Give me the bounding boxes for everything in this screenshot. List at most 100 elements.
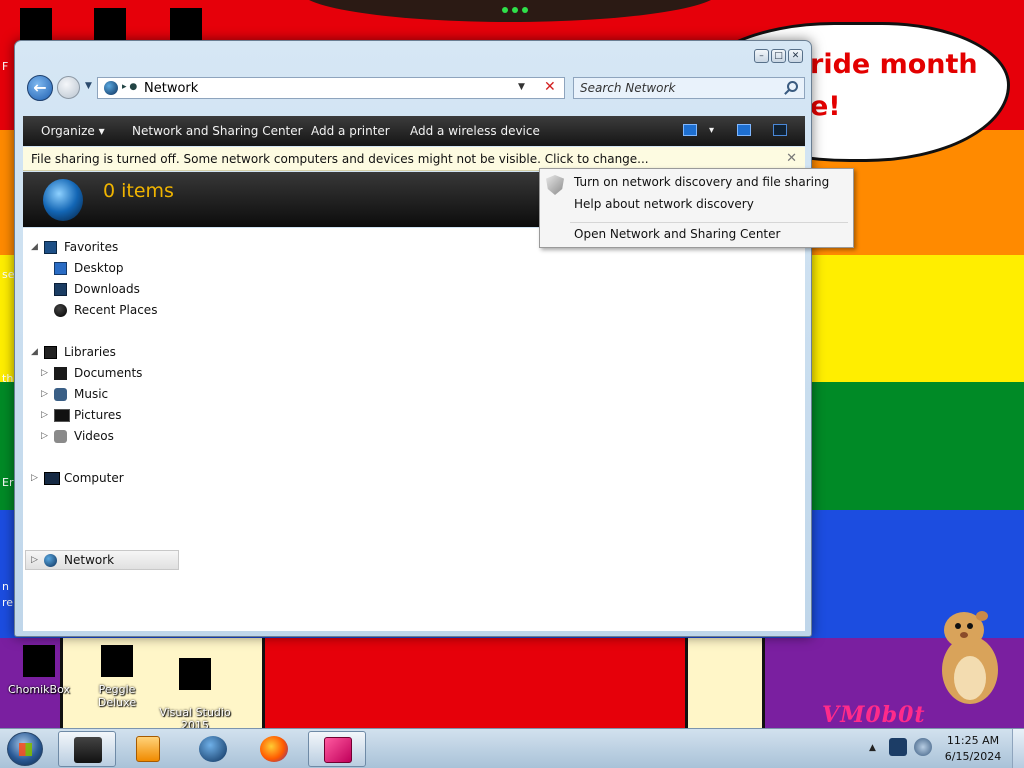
desktop-icon-label: Visual Studio 2015 (159, 706, 231, 728)
firefox-icon (260, 736, 288, 762)
system-clock[interactable]: 11:25 AM 6/15/2024 (938, 733, 1008, 765)
desktop-icon-label: Peggle Deluxe (97, 683, 137, 709)
organize-button[interactable]: Organize ▾ (41, 116, 105, 146)
videos-icon (54, 430, 67, 443)
edge-label: F (2, 60, 9, 73)
navigation-pane: ◢ Favorites Desktop Downloads Recent Pla… (23, 228, 805, 631)
close-button[interactable]: ✕ (788, 49, 803, 63)
forward-button[interactable] (57, 76, 80, 99)
app-icon (324, 737, 352, 763)
nav-item-desktop[interactable]: Desktop (23, 258, 223, 278)
info-bar-message[interactable]: File sharing is turned off. Some network… (31, 152, 649, 166)
taskbar-app-button[interactable] (308, 731, 366, 767)
edge-label: se (2, 268, 15, 281)
address-dropdown-button[interactable]: ▼ (518, 82, 525, 92)
cartoon-figure-right (685, 638, 765, 728)
nav-label: Music (74, 387, 109, 401)
computer-icon (44, 472, 60, 485)
desktop-icon-visual-studio[interactable]: Visual Studio 2015 (156, 645, 234, 728)
breadcrumb-network[interactable]: Network (144, 81, 198, 96)
show-hidden-icons-button[interactable]: ▲ (869, 743, 876, 753)
network-globe-icon (44, 554, 57, 567)
explorer-window[interactable]: – □ ✕ ← ▼ ▸ ● Network ▼ ✕ Organize ▾ Net… (14, 40, 812, 637)
nav-label: Favorites (64, 240, 119, 254)
nav-computer[interactable]: ▷ Computer (23, 468, 223, 488)
edge-label: re (2, 596, 14, 609)
preview-pane-icon[interactable] (737, 124, 751, 136)
nav-label: Pictures (74, 408, 122, 422)
start-button[interactable] (7, 732, 43, 766)
back-button[interactable]: ← (27, 75, 53, 101)
nav-label: Downloads (74, 282, 140, 296)
nav-item-videos[interactable]: ▷ Videos (23, 426, 223, 446)
media-player-icon (136, 736, 160, 762)
collapse-arrow-icon[interactable]: ▷ (41, 405, 48, 425)
collapse-arrow-icon[interactable]: ▷ (41, 426, 48, 446)
collapse-arrow-icon[interactable]: ▷ (41, 384, 48, 404)
address-clear-button[interactable]: ✕ (544, 79, 556, 95)
expand-arrow-icon[interactable]: ◢ (31, 342, 38, 362)
nav-item-pictures[interactable]: ▷ Pictures (23, 405, 223, 425)
nav-item-recent-places[interactable]: Recent Places (23, 300, 223, 320)
menu-item-help-discovery[interactable]: Help about network discovery (574, 197, 754, 211)
desktop-icon-top-1[interactable] (20, 8, 52, 40)
clock-date: 6/15/2024 (944, 750, 1002, 763)
menu-separator (570, 222, 848, 223)
clock-time: 11:25 AM (946, 734, 1000, 747)
nav-network[interactable]: ▷ Network (23, 550, 223, 570)
nav-label: Videos (74, 429, 114, 443)
visual-studio-icon (179, 658, 211, 690)
info-bar-context-menu: Turn on network discovery and file shari… (539, 168, 854, 248)
documents-icon (54, 367, 67, 380)
recent-pages-dropdown[interactable]: ▼ (85, 81, 92, 91)
desktop-icon-chomikbox[interactable]: ChomikBox (0, 645, 78, 696)
downloads-icon (54, 283, 67, 296)
nav-label: Desktop (74, 261, 124, 275)
change-view-icon[interactable] (683, 124, 697, 136)
desktop-icon-peggle-deluxe[interactable]: Peggle Deluxe (78, 645, 156, 709)
nav-item-music[interactable]: ▷ Music (23, 384, 223, 404)
taskbar: ▲ 11:25 AM 6/15/2024 (0, 728, 1024, 768)
desktop-icon (54, 262, 67, 275)
desktop-icon-top-3[interactable] (170, 8, 202, 40)
breadcrumb-separator[interactable]: ▸ ● (122, 82, 137, 92)
search-icon[interactable] (787, 81, 798, 92)
search-box[interactable] (573, 77, 805, 99)
nav-libraries[interactable]: ◢ Libraries (23, 342, 223, 362)
taskbar-firefox-button[interactable] (245, 731, 303, 767)
maximize-button[interactable]: □ (771, 49, 786, 63)
speech-bubble-text: ride month e! (810, 49, 978, 122)
music-icon (54, 388, 67, 401)
minimize-button[interactable]: – (754, 49, 769, 63)
volume-tray-icon[interactable] (914, 738, 932, 756)
menu-item-open-sharing-center[interactable]: Open Network and Sharing Center (574, 227, 780, 241)
show-desktop-button[interactable] (1012, 729, 1024, 768)
help-icon[interactable] (773, 124, 787, 136)
collapse-arrow-icon[interactable]: ▷ (31, 550, 38, 570)
info-bar-close-icon[interactable]: ✕ (786, 151, 797, 166)
network-sharing-center-button[interactable]: Network and Sharing Center (132, 116, 303, 146)
caption-buttons: – □ ✕ (754, 49, 803, 63)
search-input[interactable] (580, 80, 780, 96)
pictures-icon (54, 409, 70, 422)
network-tray-icon[interactable] (889, 738, 907, 756)
nav-label: Network (64, 553, 115, 567)
menu-item-turn-on-discovery[interactable]: Turn on network discovery and file shari… (574, 175, 829, 189)
nav-item-documents[interactable]: ▷ Documents (23, 363, 223, 383)
nav-item-downloads[interactable]: Downloads (23, 279, 223, 299)
expand-arrow-icon[interactable]: ◢ (31, 237, 38, 257)
collapse-arrow-icon[interactable]: ▷ (41, 363, 48, 383)
taskbar-explorer-button[interactable] (58, 731, 116, 767)
nav-favorites[interactable]: ◢ Favorites (23, 237, 223, 257)
taskbar-globe-button[interactable] (184, 731, 242, 767)
desktop-icon-top-2[interactable] (94, 8, 126, 40)
add-wireless-device-button[interactable]: Add a wireless device (410, 116, 540, 146)
address-bar[interactable]: ▸ ● Network ▼ ✕ (97, 77, 565, 99)
address-row: ← ▼ ▸ ● Network ▼ ✕ (25, 73, 805, 101)
taskbar-media-player-button[interactable] (120, 731, 178, 767)
collapse-arrow-icon[interactable]: ▷ (31, 468, 38, 488)
view-dropdown-button[interactable]: ▾ (709, 116, 714, 146)
explorer-icon (74, 737, 102, 763)
desktop-icon-label: ChomikBox (8, 683, 70, 696)
add-printer-button[interactable]: Add a printer (311, 116, 390, 146)
